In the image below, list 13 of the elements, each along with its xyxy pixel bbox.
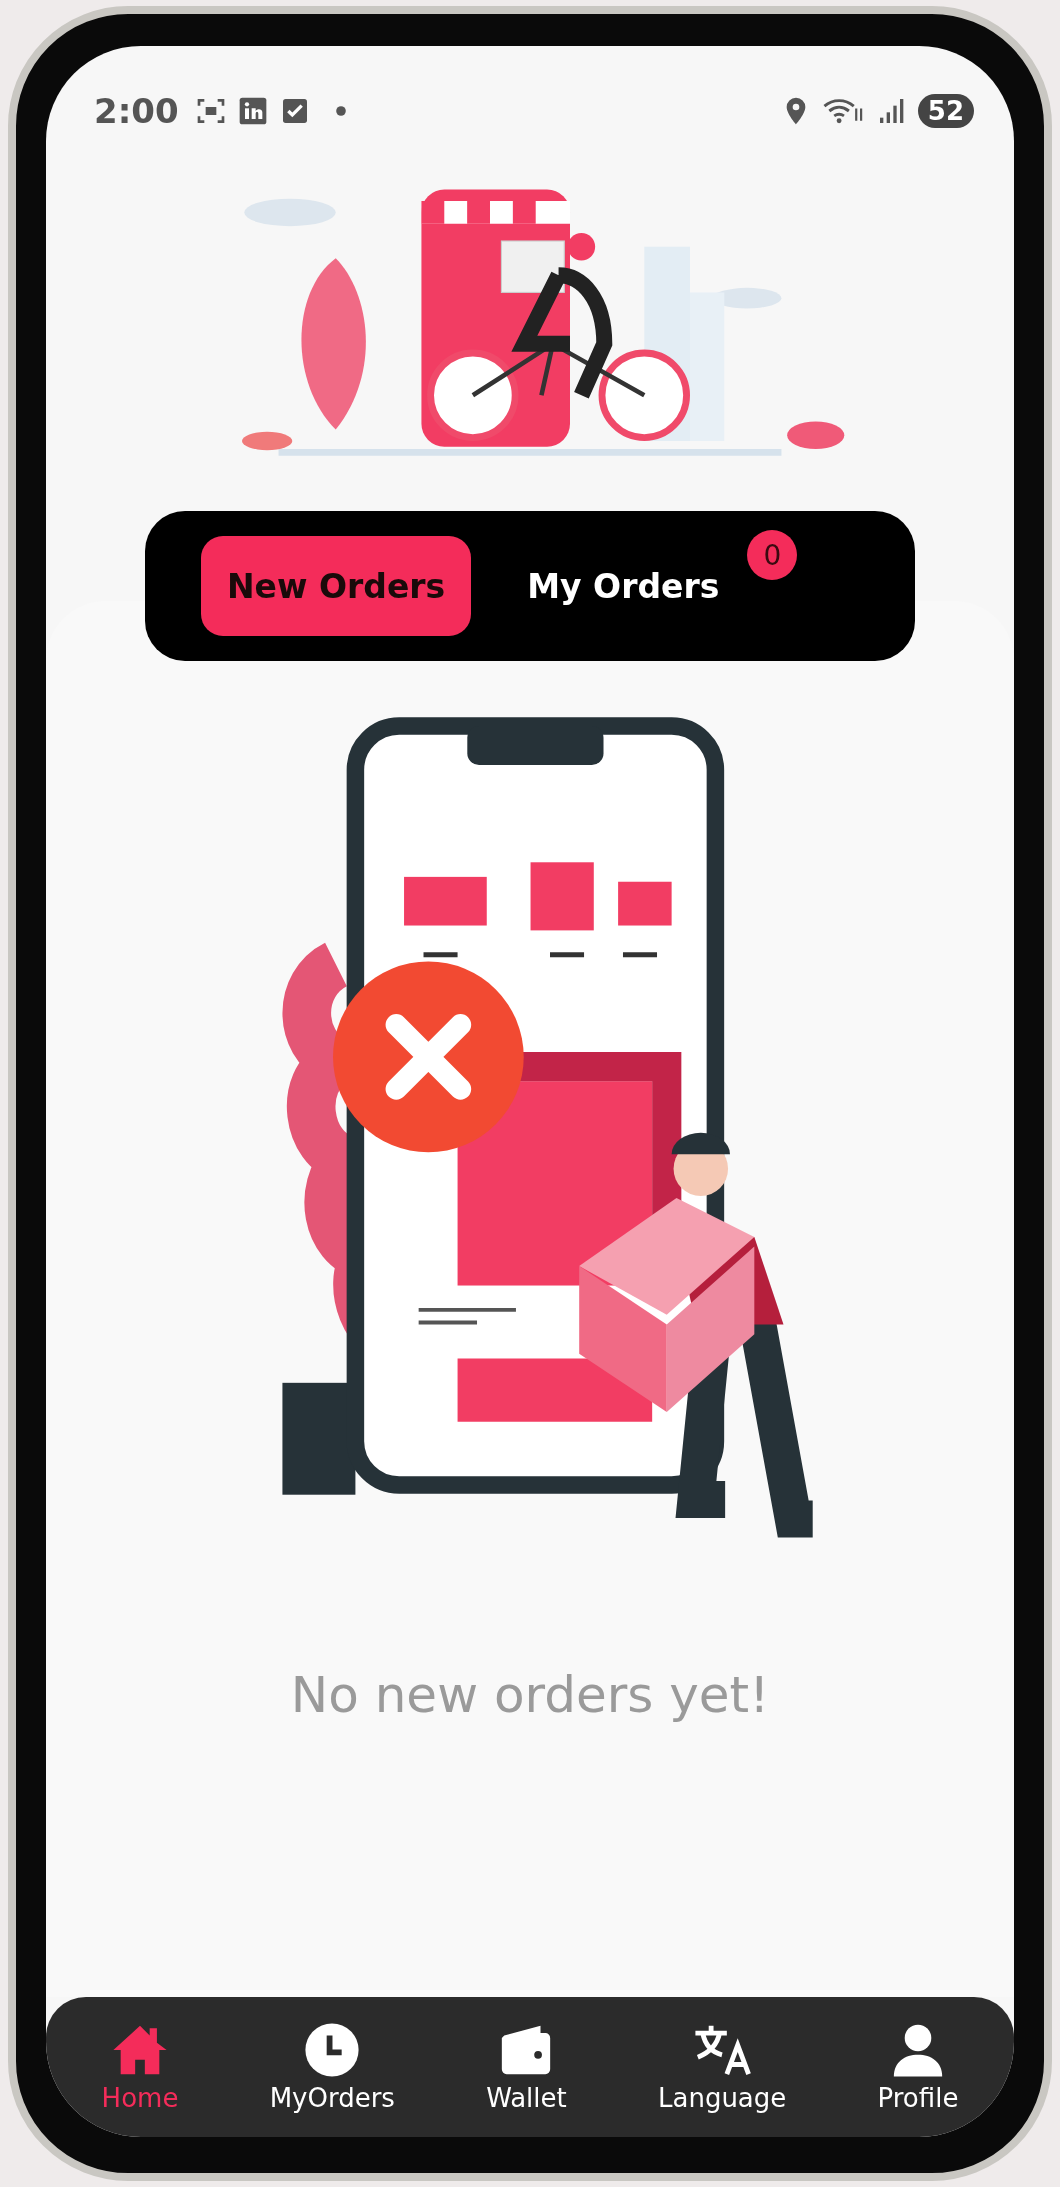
nav-item[interactable]: Wallet [486, 2021, 567, 2113]
status-time: 2:00 [94, 91, 179, 131]
clock-icon [303, 2021, 362, 2079]
notification-dot-icon [334, 105, 347, 117]
order-tab[interactable]: New Orders [201, 536, 472, 636]
count-badge: 0 [747, 530, 798, 580]
empty-state-message: No new orders yet! [290, 1666, 770, 1724]
nav-item[interactable]: MyOrders [269, 2021, 395, 2113]
nav-item[interactable]: Profile [877, 2021, 959, 2113]
nav-item[interactable]: Home [101, 2021, 179, 2113]
nav-item[interactable]: Language [658, 2021, 787, 2113]
order-tab[interactable]: My Orders [501, 536, 746, 636]
battery-level: 52 [917, 94, 974, 128]
